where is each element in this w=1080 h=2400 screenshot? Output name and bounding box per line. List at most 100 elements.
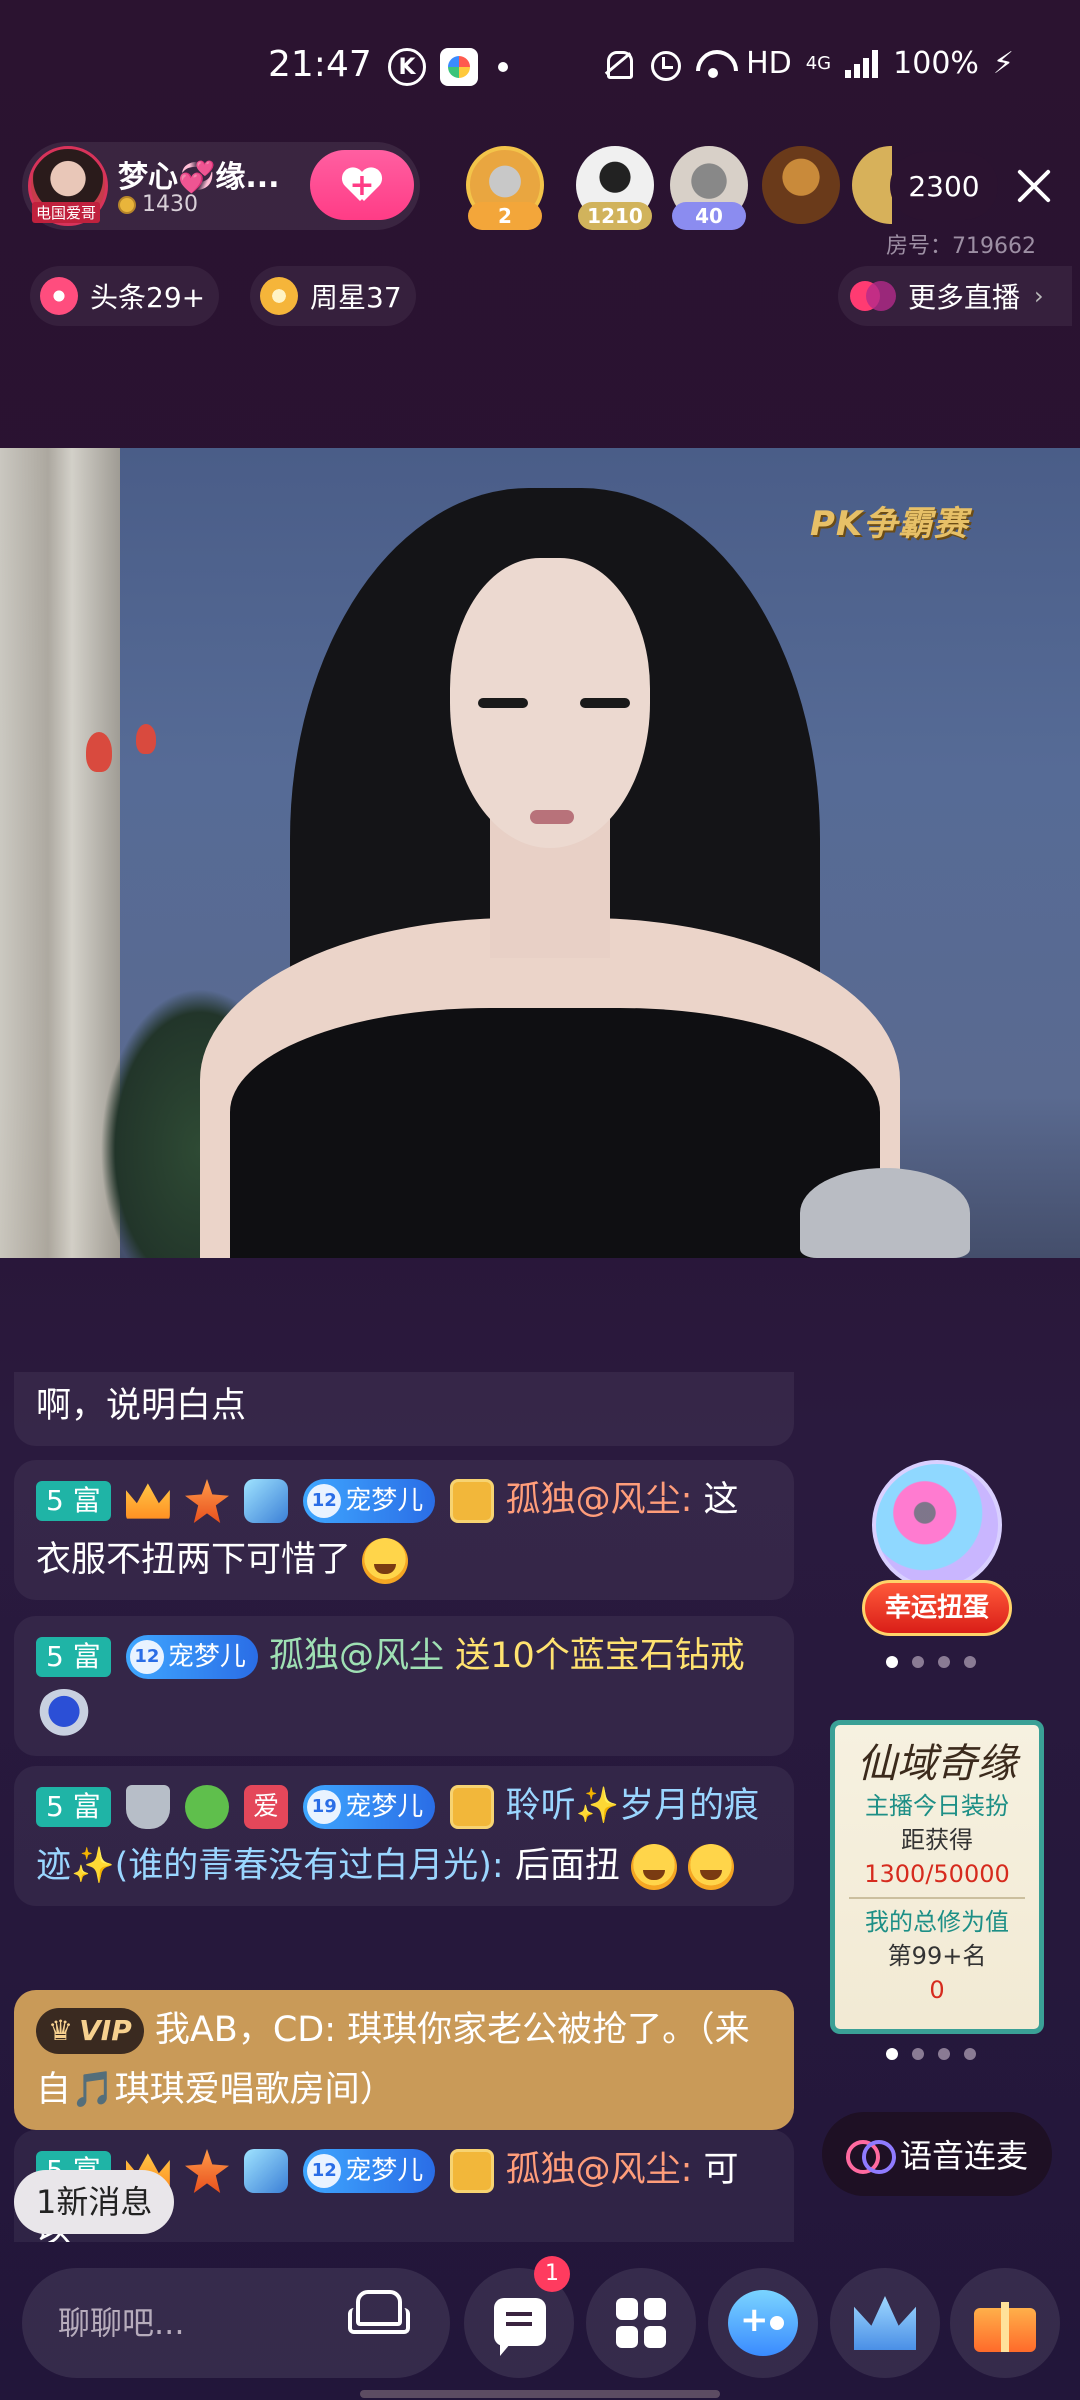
mobile-label: 4G bbox=[805, 52, 832, 74]
viewer-avatar[interactable] bbox=[762, 146, 840, 224]
chat-message: 5 富 12 宠梦儿 孤独@风尘: 这衣服不扭两下可惜了 bbox=[14, 1460, 794, 1600]
chat-message: ♛ VIP 我AB，CD: 琪琪你家老公被抢了。（来自🎵琪琪爱唱歌房间） bbox=[14, 1990, 794, 2130]
room-number: 房号：719662 bbox=[886, 234, 1036, 259]
crown-icon bbox=[125, 1483, 170, 1519]
live-video[interactable]: PK争霸赛 bbox=[0, 448, 1080, 1258]
sapphire-ring-icon bbox=[36, 1689, 92, 1745]
event-pager-dots bbox=[886, 2048, 976, 2060]
user-icon bbox=[450, 1785, 495, 1829]
fan-level: 12 bbox=[307, 2154, 342, 2188]
guard-shield-icon bbox=[125, 1785, 170, 1829]
chat-username[interactable]: 孤独@风尘: bbox=[506, 1480, 693, 1520]
coin-icon bbox=[118, 195, 136, 214]
status-bar: 21:47 K HD 4G 100% ⚡ bbox=[0, 0, 1080, 140]
status-indicators: HD 4G 100% ⚡ bbox=[602, 46, 1014, 81]
alarm-icon bbox=[648, 48, 682, 81]
host-coins-value: 1430 bbox=[142, 192, 198, 217]
xianyu-line: 主播今日装扮 bbox=[865, 1792, 1009, 1820]
user-icon bbox=[450, 2149, 495, 2193]
xianyu-line: 我的总修为值 bbox=[865, 1908, 1009, 1936]
notification-badge: 1 bbox=[534, 2256, 570, 2292]
viewer-avatar[interactable] bbox=[852, 146, 892, 224]
user-icon bbox=[450, 1479, 495, 1523]
fan-name: 宠梦儿 bbox=[345, 1792, 424, 1822]
weekly-star-tag[interactable]: 周星37 bbox=[250, 266, 416, 326]
fan-badge: 19 宠梦儿 bbox=[303, 1785, 436, 1829]
flower bbox=[136, 724, 156, 754]
game-button[interactable] bbox=[708, 2268, 818, 2378]
rich-level-badge: 5 富 bbox=[36, 1787, 111, 1827]
host-avatar-tag: 电国爱哥 bbox=[32, 202, 101, 223]
rich-level-badge: 5 富 bbox=[36, 1637, 111, 1677]
star-level-icon bbox=[185, 1479, 229, 1523]
love-badge: 爱 bbox=[244, 1785, 289, 1829]
viewer-avatar[interactable]: 1210 bbox=[576, 146, 654, 230]
cube-icon bbox=[244, 1479, 289, 1523]
streamer-eye bbox=[478, 698, 528, 708]
lucky-gacha-widget[interactable]: 幸运扭蛋 bbox=[862, 1460, 1012, 1650]
mute-bell-icon bbox=[602, 48, 634, 80]
notification-dot-icon bbox=[498, 62, 508, 72]
green-badge-icon bbox=[185, 1785, 229, 1829]
viewer-avatar[interactable]: 40 bbox=[670, 146, 748, 230]
viewer-avatar[interactable]: 2 bbox=[466, 146, 544, 230]
xianyu-event-card[interactable]: 仙域奇缘 主播今日装扮 距获得 1300/50000 我的总修为值 第99+名 … bbox=[830, 1720, 1044, 2034]
viewer-rank-badge: 40 bbox=[672, 202, 746, 230]
chat-list[interactable]: 啊，说明白点 5 富 12 宠梦儿 孤独@风尘: 这衣服不扭两下可惜了 5 富 1… bbox=[14, 1372, 794, 2242]
pk-logo[interactable]: PK争霸赛 bbox=[810, 496, 968, 545]
fire-icon bbox=[40, 277, 78, 315]
vip-badge: ♛ VIP bbox=[36, 2008, 144, 2054]
viewer-face bbox=[762, 146, 840, 224]
chat-message: 5 富 12 宠梦儿 孤独@风尘 送10个蓝宝石钻戒 bbox=[14, 1616, 794, 1756]
gift-text: 送10个蓝宝石钻戒 bbox=[455, 1636, 745, 1676]
voice-link-button[interactable]: 语音连麦 bbox=[822, 2112, 1052, 2196]
more-live-button[interactable]: 更多直播 › bbox=[838, 266, 1072, 326]
streamer-eye bbox=[580, 698, 630, 708]
host-name: 梦心💞缘... bbox=[118, 160, 280, 195]
network-label: HD bbox=[746, 46, 792, 81]
sofa-icon[interactable] bbox=[348, 2290, 410, 2336]
grid-icon bbox=[616, 2298, 666, 2348]
heart-eyes-emoji-icon bbox=[630, 1844, 677, 1890]
gacha-pager-dots bbox=[886, 1656, 976, 1668]
viewer-rank-badge: 2 bbox=[468, 202, 542, 230]
fan-name: 宠梦儿 bbox=[345, 1486, 424, 1516]
status-time: 21:47 bbox=[268, 44, 372, 85]
rich-level-badge: 5 富 bbox=[36, 1481, 111, 1521]
crown-icon bbox=[854, 2296, 916, 2350]
viewer-count[interactable]: 2300 bbox=[890, 152, 998, 220]
chat-text: 啊，说明白点 bbox=[36, 1386, 247, 1426]
fan-level: 12 bbox=[129, 1640, 164, 1674]
headline-label: 头条29+ bbox=[90, 281, 206, 314]
chat-username[interactable]: 孤独@风尘: bbox=[506, 2150, 693, 2190]
fan-name: 宠梦儿 bbox=[167, 1642, 246, 1672]
fan-badge: 12 宠梦儿 bbox=[303, 2149, 436, 2193]
gacha-ball-icon bbox=[872, 1460, 1002, 1590]
follow-button[interactable]: + bbox=[310, 150, 414, 220]
flower bbox=[86, 732, 112, 772]
charging-icon: ⚡ bbox=[992, 46, 1014, 81]
fan-level: 19 bbox=[307, 1790, 342, 1824]
k-circle-icon: K bbox=[388, 48, 426, 86]
xianyu-line: 距获得 bbox=[901, 1826, 973, 1854]
home-indicator[interactable] bbox=[360, 2390, 720, 2398]
xianyu-progress: 1300/50000 bbox=[864, 1860, 1010, 1888]
app-icon bbox=[440, 48, 478, 86]
close-icon[interactable] bbox=[1010, 162, 1058, 210]
chat-text: 我AB，CD: 琪琪你家老公被抢了。（来自🎵琪琪爱唱歌房间） bbox=[36, 2010, 750, 2110]
star-level-icon bbox=[185, 2149, 229, 2193]
streamer-lips bbox=[530, 810, 574, 824]
battery-label: 100% bbox=[893, 46, 979, 81]
headline-tag[interactable]: 头条29+ bbox=[30, 266, 220, 326]
heart-eyes-emoji-icon bbox=[688, 1844, 735, 1890]
vip-label: VIP bbox=[79, 2014, 132, 2047]
noble-button[interactable] bbox=[830, 2268, 940, 2378]
host-coins: 1430 bbox=[118, 192, 198, 217]
more-apps-button[interactable] bbox=[586, 2268, 696, 2378]
live-icon bbox=[850, 281, 898, 311]
chat-username[interactable]: 孤独@风尘 bbox=[269, 1636, 444, 1676]
new-messages-button[interactable]: 1新消息 bbox=[14, 2170, 175, 2234]
gift-button[interactable] bbox=[950, 2268, 1060, 2378]
viewer-rank-badge: 1210 bbox=[578, 202, 652, 230]
viewer-face bbox=[852, 146, 892, 224]
